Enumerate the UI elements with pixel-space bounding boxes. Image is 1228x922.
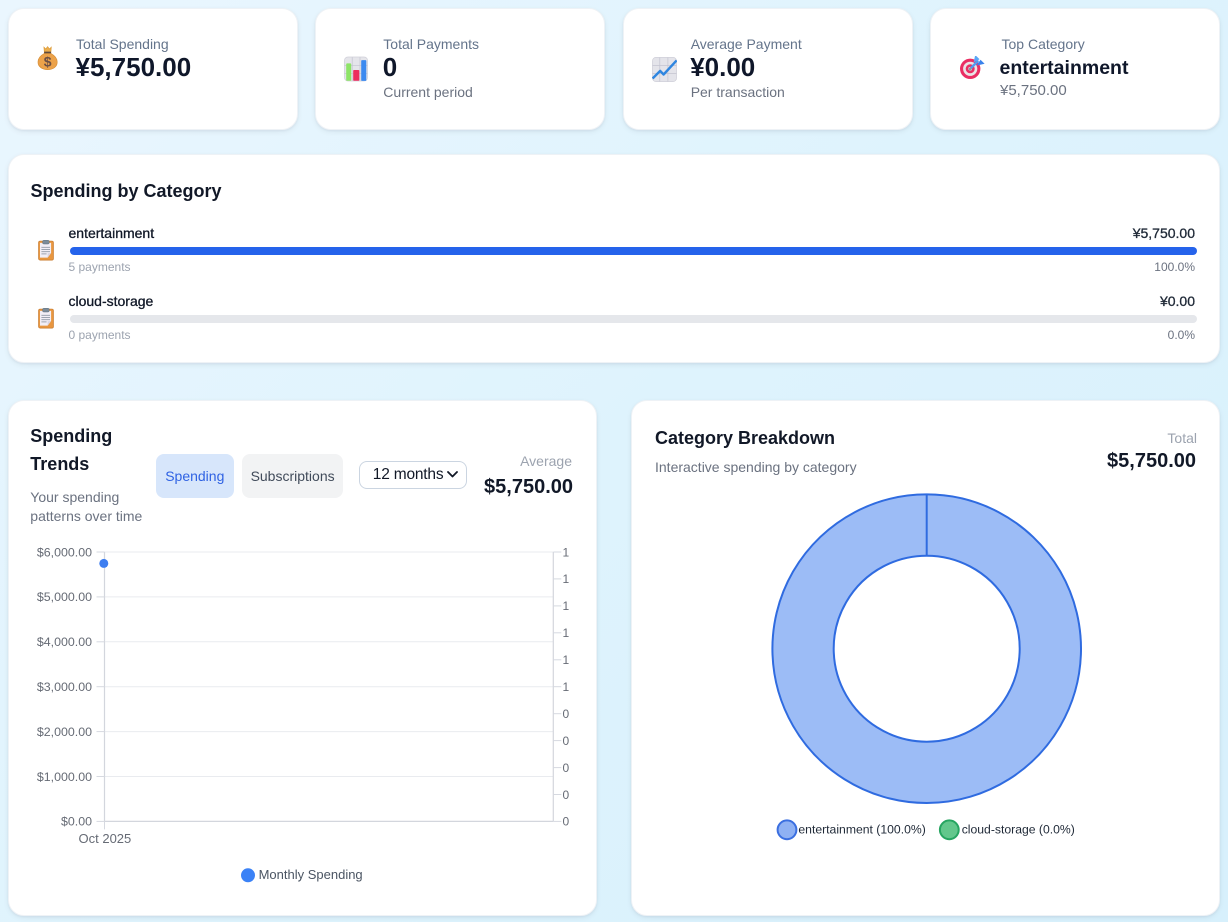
svg-text:Monthly Spending: Monthly Spending [259,867,363,882]
svg-text:0: 0 [563,761,570,775]
svg-text:1: 1 [563,572,570,586]
svg-text:$1,000.00: $1,000.00 [37,770,92,784]
svg-text:$0.00: $0.00 [61,815,92,829]
svg-text:$6,000.00: $6,000.00 [37,545,92,559]
svg-text:$3,000.00: $3,000.00 [37,680,92,694]
svg-text:0: 0 [563,707,570,721]
svg-text:1: 1 [563,599,570,613]
svg-text:1: 1 [563,680,570,694]
svg-text:0: 0 [563,788,570,802]
svg-text:1: 1 [563,626,570,640]
svg-text:1: 1 [563,545,570,559]
svg-text:$4,000.00: $4,000.00 [37,635,92,649]
svg-text:Oct 2025: Oct 2025 [79,831,132,846]
svg-text:entertainment (100.0%): entertainment (100.0%) [798,822,925,836]
svg-text:0: 0 [563,815,570,829]
svg-text:1: 1 [563,653,570,667]
svg-text:$: $ [44,54,52,70]
svg-text:0: 0 [563,734,570,748]
svg-text:$2,000.00: $2,000.00 [37,725,92,739]
svg-text:$5,000.00: $5,000.00 [37,590,92,604]
svg-text:cloud-storage (0.0%): cloud-storage (0.0%) [962,822,1075,836]
